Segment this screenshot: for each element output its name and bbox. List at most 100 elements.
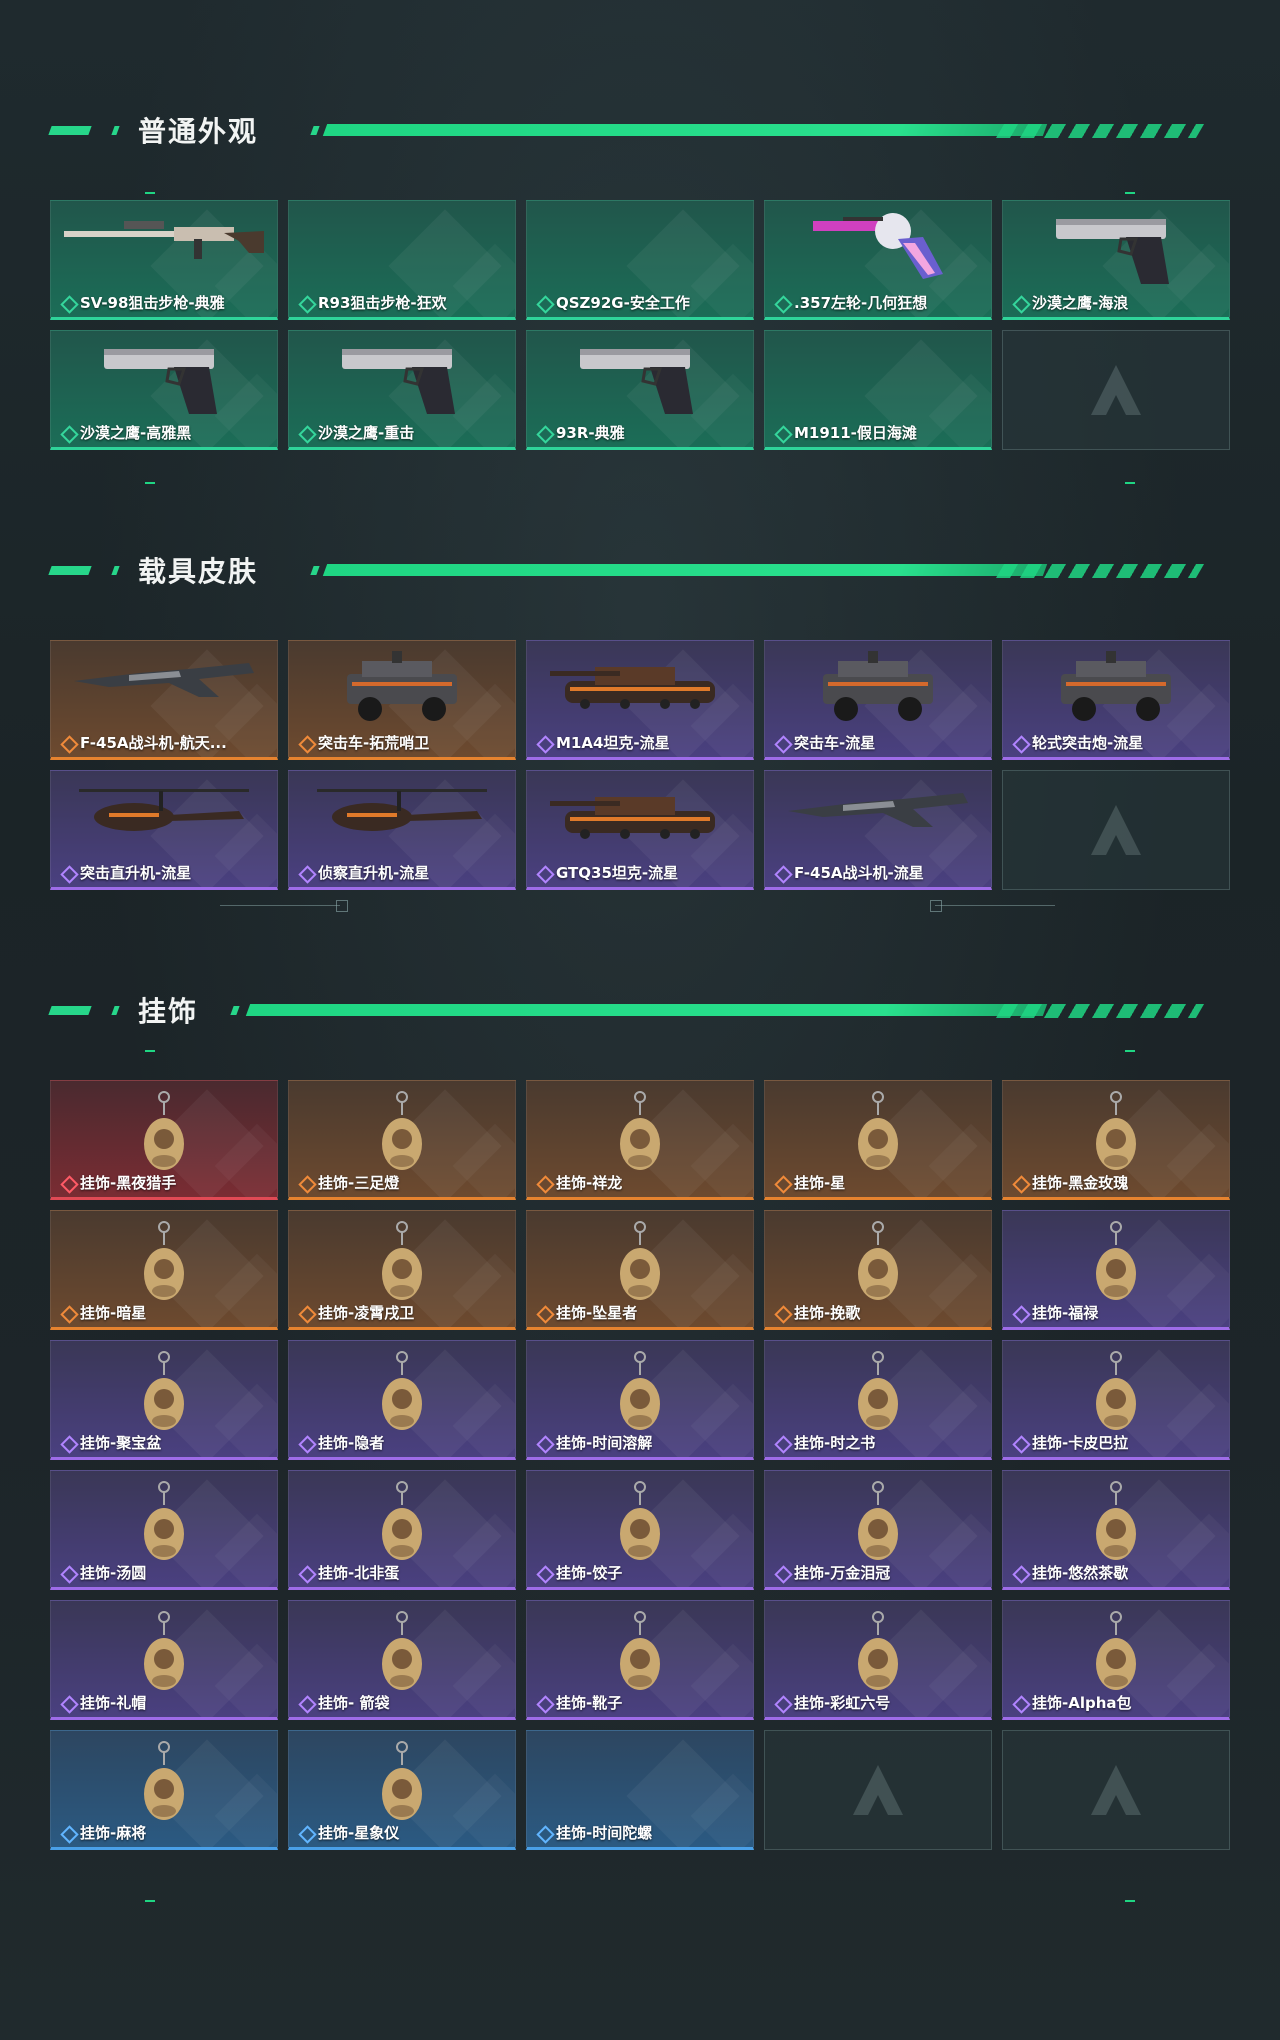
item-card[interactable]: 挂饰-祥龙 [526,1080,754,1200]
item-card[interactable]: 挂饰-挽歌 [764,1210,992,1330]
item-card[interactable]: 挂饰-隐者 [288,1340,516,1460]
item-card[interactable]: 挂饰-黑金玫瑰 [1002,1080,1230,1200]
rarity-diamond-icon [61,296,75,310]
charm-icon [848,1089,908,1183]
rarity-diamond-icon [775,736,789,750]
rarity-diamond-icon [537,736,551,750]
item-card[interactable]: 挂饰-礼帽 [50,1600,278,1720]
item-card[interactable]: 轮式突击炮-流星 [1002,640,1230,760]
item-card[interactable]: GTQ35坦克-流星 [526,770,754,890]
rarity-diamond-icon [537,866,551,880]
item-label: 93R-典雅 [556,424,625,442]
item-card[interactable]: 挂饰-万金泪冠 [764,1470,992,1590]
item-label: 挂饰-悠然茶歇 [1032,1564,1129,1582]
rarity-diamond-icon [299,1566,313,1580]
item-card[interactable]: 突击直升机-流星 [50,770,278,890]
item-card[interactable]: F-45A战斗机-航天... [50,640,278,760]
rarity-diamond-icon [537,426,551,440]
rarity-diamond-icon [775,426,789,440]
item-card[interactable]: 93R-典雅 [526,330,754,450]
rarity-diamond-icon [299,1176,313,1190]
item-label: F-45A战斗机-流星 [794,864,924,882]
rarity-diamond-icon [775,296,789,310]
charm-icon [848,1349,908,1443]
rarity-diamond-icon [537,1176,551,1190]
item-card[interactable]: 挂饰-三足燈 [288,1080,516,1200]
item-card[interactable]: 挂饰-饺子 [526,1470,754,1590]
charm-icon [848,1479,908,1573]
item-label: 挂饰-时间溶解 [556,1434,653,1452]
charm-icon [1086,1089,1146,1183]
rarity-diamond-icon [1013,1306,1027,1320]
item-card[interactable]: SV-98狙击步枪-典雅 [50,200,278,320]
item-card[interactable]: 挂饰- 箭袋 [288,1600,516,1720]
item-card[interactable]: M1A4坦克-流星 [526,640,754,760]
item-card[interactable]: .357左轮-几何狂想 [764,200,992,320]
rarity-diamond-icon [775,1436,789,1450]
placeholder-logo-icon [1091,805,1141,855]
item-card[interactable]: 挂饰-星象仪 [288,1730,516,1850]
item-card[interactable]: 挂饰-聚宝盆 [50,1340,278,1460]
item-card[interactable]: 挂饰-时间溶解 [526,1340,754,1460]
item-card[interactable]: 沙漠之鹰-海浪 [1002,200,1230,320]
item-card[interactable]: 挂饰-Alpha包 [1002,1600,1230,1720]
item-card[interactable]: 挂饰-北非蛋 [288,1470,516,1590]
rarity-diamond-icon [1013,736,1027,750]
item-card[interactable]: QSZ92G-安全工作 [526,200,754,320]
item-label: 挂饰-暗星 [80,1304,147,1322]
item-card[interactable]: 挂饰-坠星者 [526,1210,754,1330]
header-deco-bar [111,1006,120,1015]
item-label: F-45A战斗机-航天... [80,734,227,752]
item-card[interactable]: 侦察直升机-流星 [288,770,516,890]
item-card[interactable]: 挂饰-暗星 [50,1210,278,1330]
section-title: 挂饰 [138,995,199,1028]
item-card[interactable]: 挂饰-时之书 [764,1340,992,1460]
rarity-diamond-icon [61,1176,75,1190]
rarity-diamond-icon [537,296,551,310]
item-label: 挂饰-时之书 [794,1434,876,1452]
item-label: 突击车-流星 [794,734,876,752]
item-card[interactable]: 挂饰-卡皮巴拉 [1002,1340,1230,1460]
rarity-diamond-icon [1013,1176,1027,1190]
header-progress-line [322,124,1048,136]
item-label: 侦察直升机-流星 [318,864,430,882]
item-card[interactable]: F-45A战斗机-流星 [764,770,992,890]
rarity-diamond-icon [1013,1436,1027,1450]
charm-icon [610,1089,670,1183]
rarity-diamond-icon [61,1566,75,1580]
item-card[interactable]: 突击车-拓荒哨卫 [288,640,516,760]
item-label: 挂饰-黑金玫瑰 [1032,1174,1129,1192]
item-label: 挂饰-万金泪冠 [794,1564,891,1582]
item-card[interactable]: 沙漠之鹰-高雅黑 [50,330,278,450]
item-card[interactable]: 挂饰-黑夜猎手 [50,1080,278,1200]
item-label: M1911-假日海滩 [794,424,917,442]
header-progress-line [322,564,1048,576]
item-card[interactable]: 突击车-流星 [764,640,992,760]
item-card[interactable]: 挂饰-星 [764,1080,992,1200]
item-card[interactable]: 挂饰-彩虹六号 [764,1600,992,1720]
helicopter-icon [307,779,497,853]
section-title: 普通外观 [138,115,259,148]
item-card[interactable]: 挂饰-凌霄戌卫 [288,1210,516,1330]
item-card[interactable]: 挂饰-时间陀螺 [526,1730,754,1850]
item-label: 挂饰-饺子 [556,1564,623,1582]
charm-icon [372,1349,432,1443]
revolver-icon [803,209,953,293]
placeholder-logo-icon [1091,1765,1141,1815]
item-card[interactable]: 挂饰-靴子 [526,1600,754,1720]
rarity-diamond-icon [775,1176,789,1190]
rarity-diamond-icon [299,1826,313,1840]
armored-car-icon [808,649,948,733]
rarity-diamond-icon [61,1826,75,1840]
item-label: 沙漠之鹰-重击 [318,424,415,442]
item-card[interactable]: 挂饰-悠然茶歇 [1002,1470,1230,1590]
item-card[interactable]: 挂饰-福禄 [1002,1210,1230,1330]
helicopter-icon [69,779,259,853]
item-card[interactable]: M1911-假日海滩 [764,330,992,450]
rarity-diamond-icon [299,866,313,880]
item-card[interactable]: 挂饰-汤圆 [50,1470,278,1590]
section-header-charms: 挂饰 [48,990,1205,1030]
item-card[interactable]: 挂饰-麻将 [50,1730,278,1850]
item-card[interactable]: R93狙击步枪-狂欢 [288,200,516,320]
item-card[interactable]: 沙漠之鹰-重击 [288,330,516,450]
